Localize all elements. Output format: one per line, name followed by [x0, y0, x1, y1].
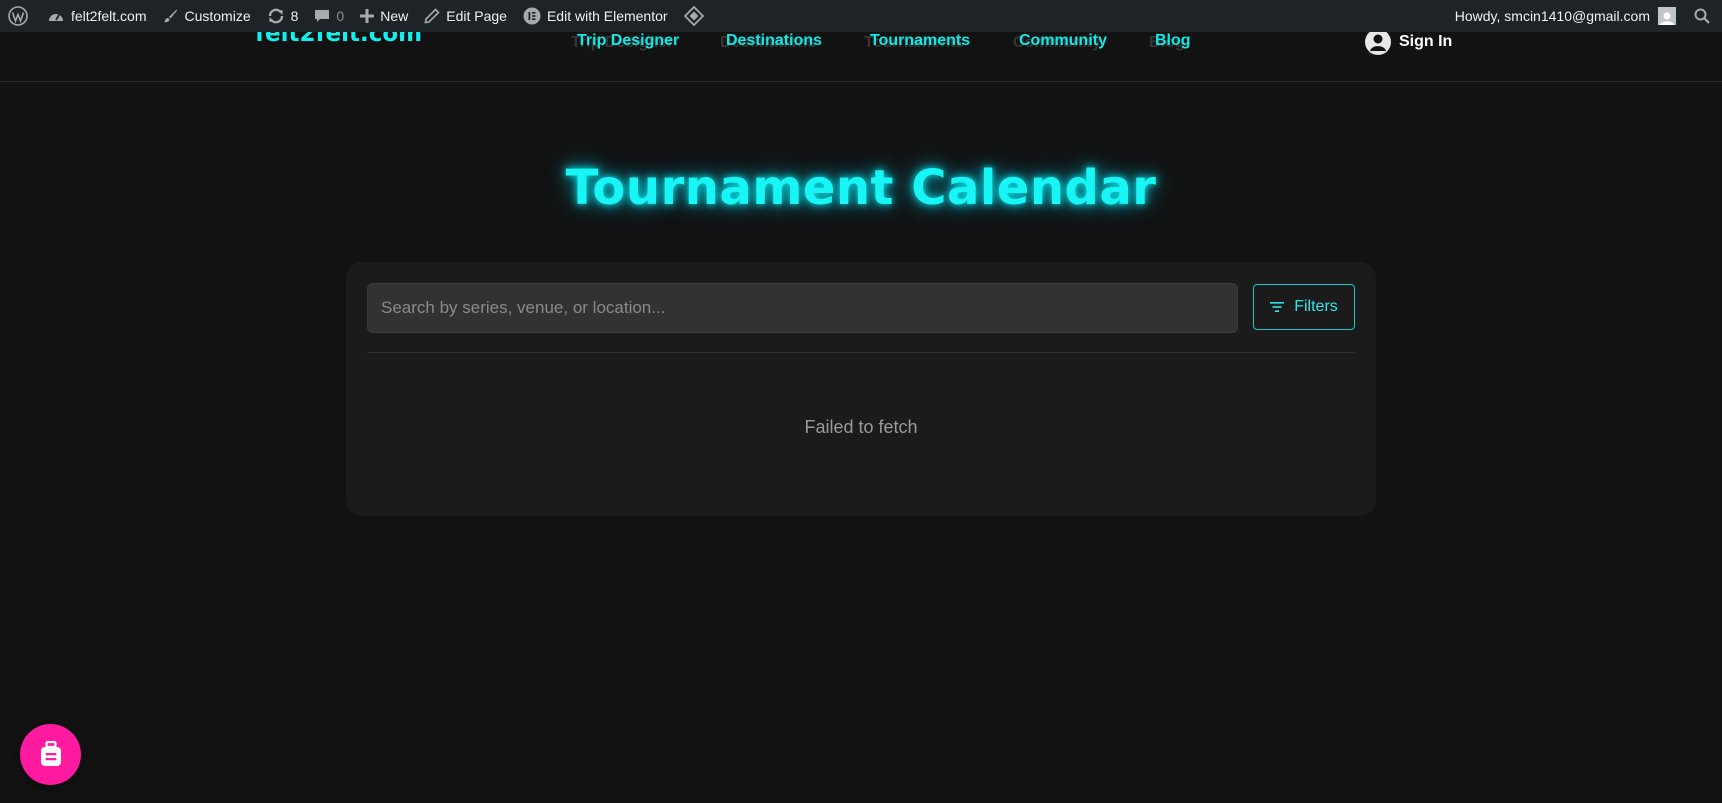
- search-icon: [1694, 8, 1710, 24]
- admin-search-button[interactable]: [1684, 0, 1722, 32]
- page-title: Tournament Calendar: [565, 160, 1157, 216]
- elementor-icon: [523, 7, 541, 25]
- diamond-icon: [683, 6, 704, 26]
- updates-icon: [268, 8, 283, 24]
- nav-destinations[interactable]: Destinations: [726, 32, 822, 50]
- search-input[interactable]: [367, 283, 1238, 333]
- nav-blog[interactable]: Blog: [1155, 32, 1191, 50]
- customize-label: Customize: [184, 8, 251, 24]
- brush-icon: [164, 9, 178, 23]
- pencil-icon: [424, 8, 440, 24]
- sign-in-button[interactable]: Sign In: [1365, 29, 1452, 55]
- new-label: New: [380, 8, 409, 24]
- luggage-icon: [40, 740, 61, 766]
- edit-elementor-label: Edit with Elementor: [546, 8, 668, 24]
- nav-tournaments[interactable]: Tournaments: [870, 32, 970, 50]
- nav-trip-designer[interactable]: Trip Designer: [577, 32, 679, 50]
- nav-community[interactable]: Community: [1019, 32, 1107, 50]
- filters-button[interactable]: Filters: [1253, 284, 1355, 330]
- edit-page-link[interactable]: Edit Page: [416, 0, 515, 32]
- divider: [367, 352, 1355, 353]
- site-logo[interactable]: felt2felt.com: [255, 32, 422, 50]
- filter-icon: [1270, 302, 1285, 312]
- howdy-label: Howdy, smcin1410@gmail.com: [1454, 8, 1650, 24]
- tournament-search-card: Filters Failed to fetch: [346, 262, 1376, 516]
- updates-link[interactable]: 8: [259, 0, 307, 32]
- dashboard-icon: [49, 13, 63, 21]
- error-message: Failed to fetch: [804, 417, 918, 437]
- site-name-menu[interactable]: felt2felt.com: [39, 0, 154, 32]
- comment-icon: [315, 10, 330, 22]
- extra-plugin-menu[interactable]: [676, 0, 712, 32]
- site-logo-text: felt2felt.com: [255, 32, 423, 47]
- account-menu[interactable]: Howdy, smcin1410@gmail.com: [1447, 0, 1684, 32]
- comments-link[interactable]: 0: [306, 0, 352, 32]
- avatar: [1658, 7, 1676, 25]
- site-header: felt2felt.com Trip Designer Destinations…: [0, 29, 1722, 82]
- updates-count: 8: [290, 8, 299, 24]
- wp-logo-menu[interactable]: [0, 0, 39, 32]
- filters-label: Filters: [1294, 298, 1338, 315]
- new-content-menu[interactable]: New: [352, 0, 416, 32]
- wordpress-icon: [8, 6, 28, 26]
- sign-in-label: Sign In: [1399, 33, 1453, 50]
- trip-floating-button[interactable]: [20, 724, 81, 785]
- edit-elementor-link[interactable]: Edit with Elementor: [515, 0, 676, 32]
- plus-icon: [360, 9, 375, 23]
- customize-link[interactable]: Customize: [154, 0, 258, 32]
- edit-page-label: Edit Page: [446, 8, 507, 24]
- user-icon: [1365, 29, 1391, 55]
- site-name-label: felt2felt.com: [71, 8, 147, 24]
- comments-count: 0: [336, 8, 345, 24]
- admin-bar: felt2felt.com Customize 8 0 New Edit Pag…: [0, 0, 1722, 32]
